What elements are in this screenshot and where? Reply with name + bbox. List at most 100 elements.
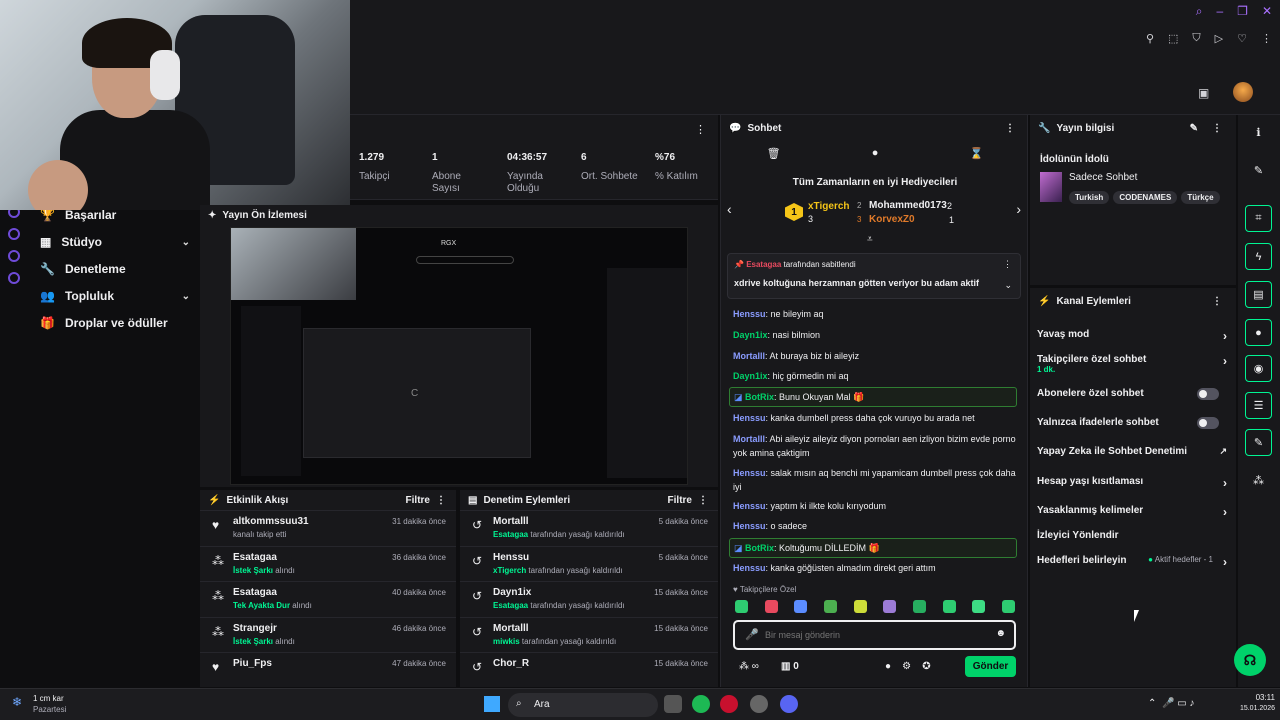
mod-action-user[interactable]: Dayn1ix bbox=[493, 587, 531, 598]
tag[interactable]: CODENAMES bbox=[1113, 191, 1178, 204]
channel-action-item[interactable]: Hesap yaşı kısıtlaması › bbox=[1037, 476, 1227, 490]
emote[interactable] bbox=[1001, 600, 1015, 613]
search-icon[interactable]: ⌕ bbox=[1196, 4, 1203, 19]
minimize-icon[interactable]: – bbox=[1216, 4, 1223, 19]
chat-message[interactable]: ◪ BotRix: Koltuğumu DİLLEDİM 🎁 bbox=[729, 538, 1017, 558]
toggle-switch[interactable] bbox=[1197, 388, 1219, 400]
activity-row[interactable]: ⁂ Strangejr İstek Şarkı alındı 46 dakika… bbox=[200, 616, 456, 652]
activity-user[interactable]: altkommssuu31 bbox=[233, 516, 309, 527]
emote[interactable] bbox=[764, 600, 778, 613]
nav-item-moderation[interactable]: 🔧 Denetleme bbox=[40, 262, 190, 276]
category-thumbnail[interactable] bbox=[1040, 172, 1062, 202]
nav-item-achievements[interactable]: 🏆 Başarılar bbox=[40, 208, 190, 222]
more-icon[interactable]: ⋮ bbox=[436, 495, 446, 506]
more-icon[interactable]: ⋮ bbox=[1005, 123, 1015, 134]
chat-icon[interactable]: ● bbox=[1245, 319, 1272, 346]
more-icon[interactable]: ⋮ bbox=[1212, 123, 1222, 134]
crop-icon[interactable]: ⬚ bbox=[1168, 32, 1178, 45]
speaker-icon[interactable]: ♪ bbox=[1189, 698, 1194, 709]
mod-action-row[interactable]: ↺ Mortalll miwkis tarafından yasağı kald… bbox=[460, 616, 718, 652]
chevron-down-icon[interactable]: ⌄ bbox=[1004, 280, 1012, 291]
chat-username[interactable]: Mortalll bbox=[733, 434, 765, 444]
discord-icon[interactable] bbox=[780, 695, 798, 713]
category-name[interactable]: Sadece Sohbet bbox=[1069, 172, 1137, 183]
emote[interactable] bbox=[823, 600, 837, 613]
chat-message[interactable]: Henssu: kanka dumbell press daha çok vur… bbox=[733, 411, 1017, 425]
chat-username[interactable]: Henssu bbox=[733, 521, 766, 531]
edit-icon[interactable]: ✎ bbox=[1245, 160, 1272, 180]
emote[interactable] bbox=[942, 600, 956, 613]
mod-action-user[interactable]: Henssu bbox=[493, 552, 529, 563]
mic-icon[interactable]: 🎤 bbox=[745, 628, 759, 641]
emote[interactable] bbox=[883, 600, 897, 613]
chat-message[interactable]: Dayn1ix: nasi bilmion bbox=[733, 328, 1017, 342]
activity-user[interactable]: Strangejr bbox=[233, 623, 277, 634]
activity-user[interactable]: Piu_Fps bbox=[233, 658, 272, 669]
channel-action-item[interactable]: Yalnızca ifadelerle sohbet bbox=[1037, 417, 1227, 429]
document-icon[interactable]: ▤ bbox=[1245, 281, 1272, 308]
chat-message[interactable]: Mortalll: Abi aileyiz aileyiz diyon porn… bbox=[733, 432, 1017, 460]
spotify-icon[interactable] bbox=[692, 695, 710, 713]
chat-username[interactable]: Henssu bbox=[733, 563, 766, 573]
chat-username[interactable]: Henssu bbox=[733, 309, 766, 319]
emote[interactable] bbox=[735, 600, 748, 613]
mod-action-row[interactable]: ↺ Dayn1ix Esatagaa tarafından yasağı kal… bbox=[460, 581, 718, 616]
chat-message[interactable]: Henssu: salak mısın aq benchi mi yapamic… bbox=[733, 466, 1017, 494]
list-icon[interactable]: ☰ bbox=[1245, 392, 1272, 419]
trash-icon[interactable]: 🗑 bbox=[767, 147, 781, 167]
weather-icon[interactable]: ❄ bbox=[12, 695, 22, 709]
taskview-icon[interactable] bbox=[664, 695, 682, 713]
mod-action-user[interactable]: Chor_R bbox=[493, 658, 529, 669]
filter-button[interactable]: Filtre bbox=[406, 495, 430, 506]
chat-message[interactable]: Dayn1ix: hiç görmedin mi aq bbox=[733, 369, 1017, 383]
channel-action-item[interactable]: Abonelere özel sohbet bbox=[1037, 388, 1227, 400]
toggle-switch[interactable] bbox=[1197, 417, 1219, 429]
help-button[interactable]: ☊ bbox=[1234, 644, 1266, 676]
channel-points[interactable]: ▥ 0 bbox=[781, 661, 799, 672]
points-icon[interactable]: ⁂ ∞ bbox=[739, 661, 759, 672]
activity-user[interactable]: Esatagaa bbox=[233, 552, 277, 563]
more-icon[interactable]: ⋮ bbox=[698, 495, 708, 506]
mod-action-row[interactable]: ↺ Henssu xTigerch tarafından yasağı kald… bbox=[460, 545, 718, 581]
display-icon[interactable]: ▭ bbox=[1177, 698, 1186, 709]
bolt-icon[interactable]: ϟ bbox=[1245, 243, 1272, 270]
camera-icon[interactable]: ▣ bbox=[1198, 86, 1209, 100]
chat-username[interactable]: Mortalll bbox=[733, 351, 765, 361]
mod-icon[interactable]: ✪ bbox=[922, 661, 930, 672]
clock-time[interactable]: 03:11 bbox=[1230, 693, 1275, 702]
nav-item-studio[interactable]: ▦ Stüdyo ⌄ bbox=[40, 235, 190, 249]
taskbar-search[interactable]: ⌕ Ara bbox=[508, 693, 658, 717]
tag[interactable]: Türkçe bbox=[1181, 191, 1220, 204]
tag[interactable]: Turkish bbox=[1069, 191, 1110, 204]
nav-item-community[interactable]: 👥 Topluluk ⌄ bbox=[40, 289, 190, 303]
mod-action-row[interactable]: ↺ Chor_R 15 dakika önce bbox=[460, 652, 718, 687]
gear-icon[interactable]: ⚙ bbox=[902, 661, 911, 672]
chat-username[interactable]: Dayn1ix bbox=[733, 371, 768, 381]
emote[interactable] bbox=[794, 600, 808, 613]
next-arrow-icon[interactable]: › bbox=[1016, 201, 1021, 217]
weather-text[interactable]: 1 cm kar bbox=[33, 694, 64, 703]
channel-action-item[interactable]: Takipçilere özel sohbet 1 dk. › bbox=[1037, 354, 1227, 374]
emote[interactable] bbox=[912, 600, 926, 613]
chat-message[interactable]: Henssu: ne bileyim aq bbox=[733, 307, 1017, 321]
close-icon[interactable]: ✕ bbox=[1262, 4, 1272, 19]
chat-username[interactable]: Henssu bbox=[733, 468, 766, 478]
community-icon[interactable]: ⁂ bbox=[1245, 470, 1272, 490]
more-icon[interactable]: ⋮ bbox=[1212, 296, 1222, 307]
avatar[interactable] bbox=[1233, 82, 1253, 102]
nav-item-drops[interactable]: 🎁 Droplar ve ödüller bbox=[40, 316, 190, 330]
activity-row[interactable]: ⁂ Esatagaa Tek Ayakta Dur alındı 40 daki… bbox=[200, 581, 456, 616]
clock-date[interactable]: 15.01.2026 bbox=[1222, 705, 1275, 712]
preview-video[interactable]: RGX C bbox=[230, 227, 688, 485]
chat-input[interactable]: 🎤 ☻ bbox=[733, 620, 1016, 650]
send-button[interactable]: Gönder bbox=[965, 656, 1016, 677]
chat-message-field[interactable] bbox=[765, 627, 985, 643]
activity-row[interactable]: ♥ Piu_Fps 47 dakika önce bbox=[200, 652, 456, 687]
settings-icon[interactable] bbox=[8, 272, 20, 284]
chat-username[interactable]: Henssu bbox=[733, 413, 766, 423]
shield-icon[interactable]: ⛉ bbox=[1192, 32, 1200, 45]
emoji-icon[interactable]: ☻ bbox=[995, 628, 1006, 639]
channel-action-item[interactable]: Yapay Zeka ile Sohbet Denetimi ↗ bbox=[1037, 446, 1227, 457]
channel-action-item[interactable]: İzleyici Yönlendir bbox=[1037, 530, 1227, 541]
edit-icon[interactable]: ✎ bbox=[1190, 123, 1198, 134]
